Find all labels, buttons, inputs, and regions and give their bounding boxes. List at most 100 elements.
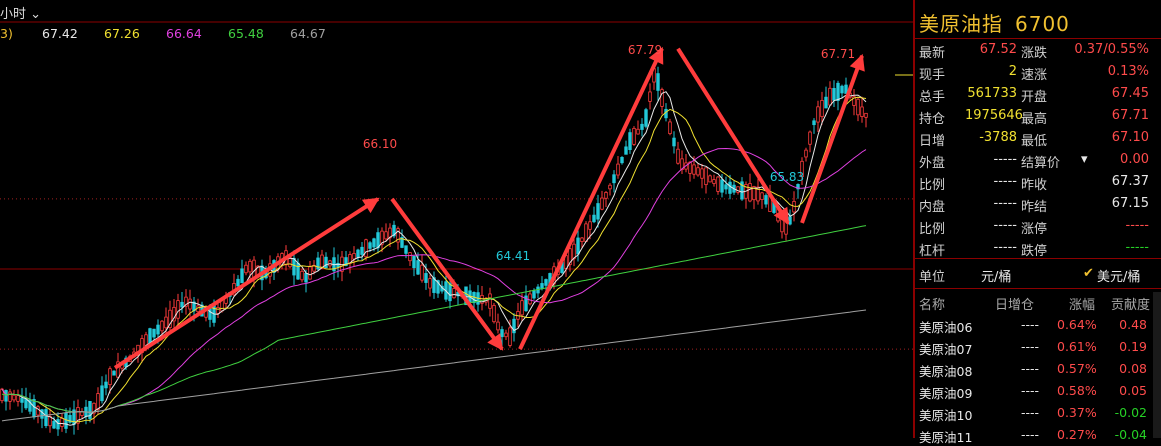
candle-body [584,223,588,242]
candle-body [624,146,628,155]
candle-body [608,184,612,190]
candle-body [384,231,388,240]
quote-value: ----- [1125,218,1149,233]
candle-body [828,87,832,106]
period-selector[interactable]: 小时 ⌄ [0,3,41,22]
candle-body [356,249,360,258]
contract-change-pct: 0.64% [1057,317,1097,332]
candle-body [596,203,600,220]
list-item[interactable]: 美原油09 ---- 0.58% 0.05 [915,380,1161,402]
candle-body [52,420,56,429]
candle-body [424,273,428,283]
ma-value: 65.48 [228,26,264,41]
candle-body [8,391,12,402]
quote-row: 持仓 1975646 最高 67.71 [915,106,1161,127]
quote-label: 比例 [919,222,946,237]
quote-value: 67.71 [1111,108,1149,123]
candle-body [164,316,168,329]
list-item[interactable]: 美原油11 ---- 0.27% -0.04 [915,424,1161,446]
candle-body [708,175,712,183]
candle-body [576,237,580,255]
contract-change-pct: 0.58% [1057,383,1097,398]
quote-panel: 美原油指 6700 最新 67.52 涨跌 0.37/0.55% 现手 2 速涨 0.13% 总手… [913,0,1161,445]
unit-option-usd[interactable]: 美元/桶 [1097,266,1140,285]
list-item[interactable]: 美原油08 ---- 0.57% 0.08 [915,358,1161,380]
quote-value: ----- [993,240,1017,255]
quote-value: 67.45 [1111,86,1149,101]
list-item[interactable]: 美原油10 ---- 0.37% -0.02 [915,402,1161,424]
contract-name: 美原油07 [919,342,973,357]
quote-row: 最新 67.52 涨跌 0.37/0.55% [915,40,1161,61]
unit-option-cny[interactable]: 元/桶 [981,266,1011,285]
contract-oi-change: ---- [1021,361,1040,376]
check-icon: ✔ [1083,266,1094,281]
price-annotation: 67.71 [821,47,855,61]
quote-value: 1975646 [965,108,1023,123]
panel-title-bar: 美原油指 6700 [915,0,1161,39]
candle-body [716,176,720,192]
candle-body [760,192,764,200]
col-name: 名称 [919,298,946,313]
candle-body [600,197,604,210]
candle-body [676,148,680,164]
candle-body [108,368,112,386]
contract-name: 美原油11 [919,430,973,445]
candle-body [16,395,20,402]
candle-body [296,262,300,280]
quote-value: 0.13% [1107,64,1149,79]
candle-body [764,195,768,205]
contract-name: 美原油09 [919,386,973,401]
candle-body [12,394,16,401]
candle-body [244,264,248,274]
quote-row: 比例 ----- 涨停 ----- [915,216,1161,237]
candlestick-chart[interactable]: 66.10 64.41 67.79 65.83 67.71 [0,0,913,438]
candle-body [660,89,664,107]
contract-list-header: 名称 日增仓 涨幅 贡献度 [915,292,1161,313]
quote-value: 67.37 [1111,174,1149,189]
candle-body [428,278,432,289]
trend-arrow [676,47,790,224]
ma-value: 67.42 [42,26,78,41]
candle-body [252,259,256,278]
candle-body [96,393,100,410]
instrument-title: 美原油指 6700 [919,8,1070,37]
candle-body [112,370,116,376]
quote-value: 2 [1008,64,1017,79]
contract-contribution: 0.48 [1119,317,1147,332]
candle-body [160,320,164,332]
list-item[interactable]: 美原油06 ---- 0.64% 0.48 [915,314,1161,336]
contract-oi-change: ---- [1021,339,1040,354]
candle-body [56,419,60,430]
quote-label: 涨跌 [1021,46,1048,61]
quote-label: 现手 [919,68,946,83]
list-item[interactable]: 美原油07 ---- 0.61% 0.19 [915,336,1161,358]
candle-body [836,82,840,101]
candle-body [496,321,500,331]
contract-change-pct: 0.37% [1057,405,1097,420]
quote-row: 外盘 ----- 结算价 ▾ 0.00 [915,150,1161,171]
instrument-name: 美原油指 [919,12,1003,36]
quote-row: 杠杆 ----- 跌停 ----- [915,238,1161,259]
instrument-code: 6700 [1015,12,1070,36]
candle-body [820,100,824,118]
quote-label: 昨收 [1021,178,1048,193]
quote-row: 内盘 ----- 昨结 67.15 [915,194,1161,215]
candle-body [100,385,104,402]
candle-body [488,293,492,309]
candle-body [816,106,820,123]
quote-label: 比例 [919,178,946,193]
candle-body [32,399,36,418]
caret-down-icon[interactable]: ▾ [1081,152,1088,167]
candle-body [712,179,716,184]
quote-value: ----- [993,174,1017,189]
scrollbar[interactable] [1153,292,1161,438]
quote-value: 67.10 [1111,130,1149,145]
contract-contribution: -0.04 [1114,427,1147,442]
kline-chart-area[interactable]: 66.10 64.41 67.79 65.83 67.71 小时 ⌄ 3) 67.42 67… [0,0,913,438]
candle-body [44,409,48,427]
candle-body [612,174,616,184]
candle-body [404,245,408,254]
quote-value: 561733 [967,86,1017,101]
candle-body [528,293,532,305]
candle-body [656,73,660,91]
